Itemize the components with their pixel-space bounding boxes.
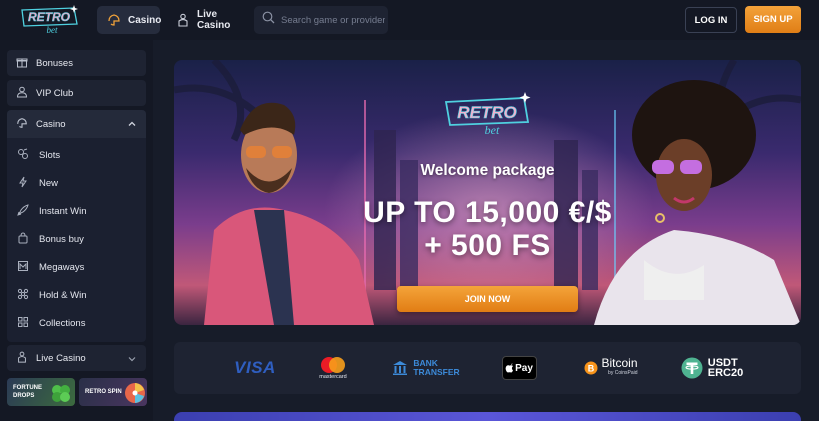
chevron-up-icon — [127, 119, 137, 129]
banner-logo: RETRO bet — [444, 92, 531, 137]
bag-icon — [17, 231, 29, 247]
collections-icon — [17, 316, 29, 331]
sidebar-item-label: Slots — [39, 149, 61, 161]
gift-icon — [16, 56, 28, 71]
sidebar-item-label: Collections — [39, 317, 86, 329]
sidebar-casino-group: Casino Slots New Instant Win Bonus buy M… — [7, 110, 146, 342]
promo-line-1: FORTUNE — [13, 385, 42, 391]
megaways-icon — [17, 260, 29, 275]
usdt-erc20-logo: USDT ERC20 — [679, 342, 745, 394]
mastercard-logo: mastercard — [312, 342, 354, 394]
sidebar-item-label: Bonus buy — [39, 233, 84, 245]
apple-icon — [505, 363, 514, 373]
casino-icon — [107, 13, 121, 27]
sidebar: Bonuses VIP Club Casino Slots New Instan… — [0, 40, 153, 421]
login-button[interactable]: LOG IN — [685, 7, 737, 33]
sidebar-item-instant-win[interactable]: Instant Win — [17, 201, 141, 221]
mastercard-icon — [321, 357, 345, 373]
sidebar-item-bonuses[interactable]: Bonuses — [7, 50, 146, 76]
search-input[interactable] — [281, 14, 385, 26]
next-banner-strip — [174, 412, 801, 421]
lightning-icon — [17, 176, 29, 191]
offer-line-2: + 500 FS — [424, 229, 551, 262]
logo-text-bottom: bet — [47, 25, 58, 35]
sidebar-item-label: Bonuses — [36, 57, 73, 69]
tab-live-casino-label: Live Casino — [197, 9, 231, 31]
usdt-text-2: ERC20 — [707, 367, 744, 379]
bank-icon — [393, 361, 408, 375]
logo-text-top: RETRO — [28, 10, 71, 24]
bitcoin-icon: B — [584, 361, 598, 375]
rocket-icon — [17, 203, 29, 219]
tether-icon — [681, 357, 703, 379]
sidebar-item-vip-club[interactable]: VIP Club — [7, 80, 146, 106]
join-now-button[interactable]: JOIN NOW — [397, 286, 578, 312]
promo-line-2: DROPS — [13, 393, 35, 399]
wheel-icon — [125, 383, 145, 403]
bank-transfer-logo: BANK TRANSFER — [386, 342, 466, 394]
banner-logo-top: RETRO — [457, 103, 517, 122]
mastercard-text: mastercard — [319, 374, 347, 380]
visa-text: VISA — [234, 358, 276, 377]
banner-content: RETRO bet Welcome package UP TO 15,000 €… — [174, 60, 801, 325]
bitcoin-text: Bitcoin — [601, 356, 638, 370]
sidebar-item-label: Megaways — [39, 261, 85, 273]
slots-icon — [17, 148, 29, 163]
user-icon — [16, 86, 28, 101]
signup-button[interactable]: SIGN UP — [745, 6, 801, 33]
welcome-banner: RETRO bet Welcome package UP TO 15,000 €… — [174, 60, 801, 325]
chevron-down-icon — [127, 354, 137, 364]
sidebar-item-slots[interactable]: Slots — [17, 145, 141, 165]
sidebar-item-megaways[interactable]: Megaways — [17, 257, 141, 277]
sidebar-item-collections[interactable]: Collections — [17, 313, 141, 333]
retrobet-logo[interactable]: RETRO bet — [16, 4, 82, 36]
visa-logo: VISA — [224, 342, 286, 394]
search-box — [254, 6, 388, 34]
offer-line-1: UP TO 15,000 €/$ — [363, 196, 612, 229]
offer-text: UP TO 15,000 €/$ + 500 FS — [174, 196, 801, 262]
promo-retro-spin[interactable]: RETRO SPIN — [79, 378, 147, 406]
sidebar-item-label: Casino — [36, 118, 66, 130]
search-icon — [262, 11, 275, 29]
sidebar-item-label: Instant Win — [39, 205, 87, 217]
sidebar-item-live-casino[interactable]: Live Casino — [7, 345, 146, 371]
welcome-heading: Welcome package — [420, 162, 555, 179]
promo-fortune-drops[interactable]: FORTUNE DROPS — [7, 378, 75, 406]
tab-live-casino[interactable]: Live Casino — [166, 6, 248, 34]
payment-methods: VISA mastercard BANK TRANSFER Pay B Bitc… — [174, 342, 801, 394]
promo-title: RETRO SPIN — [85, 389, 122, 395]
sidebar-item-hold-win[interactable]: Hold & Win — [17, 285, 141, 305]
live-casino-icon — [176, 13, 190, 27]
promo-title: FORTUNE DROPS — [13, 384, 42, 400]
tab-casino[interactable]: Casino — [97, 6, 162, 34]
hold-win-icon — [17, 288, 29, 303]
bitcoin-logo: B Bitcoin by CoinsPaid — [576, 342, 646, 394]
casino-icon — [16, 117, 28, 132]
top-header: RETRO bet Casino Live Casino LOG IN SIGN… — [0, 0, 819, 40]
sidebar-item-new[interactable]: New — [17, 173, 141, 193]
live-casino-icon — [16, 351, 28, 366]
apple-pay-logo: Pay — [501, 342, 537, 394]
clover-icon — [52, 385, 70, 402]
bank-text-2: TRANSFER — [413, 367, 460, 377]
sidebar-item-label: Hold & Win — [39, 289, 87, 301]
sidebar-item-bonus-buy[interactable]: Bonus buy — [17, 229, 141, 249]
sidebar-item-label: Live Casino — [36, 352, 86, 364]
applepay-text: Pay — [515, 362, 533, 374]
sidebar-item-label: New — [39, 177, 59, 189]
sidebar-item-label: VIP Club — [36, 87, 74, 99]
banner-logo-bottom: bet — [485, 123, 500, 137]
sidebar-item-casino[interactable]: Casino — [7, 110, 146, 138]
tab-casino-label: Casino — [128, 14, 162, 26]
svg-text:B: B — [588, 364, 595, 374]
